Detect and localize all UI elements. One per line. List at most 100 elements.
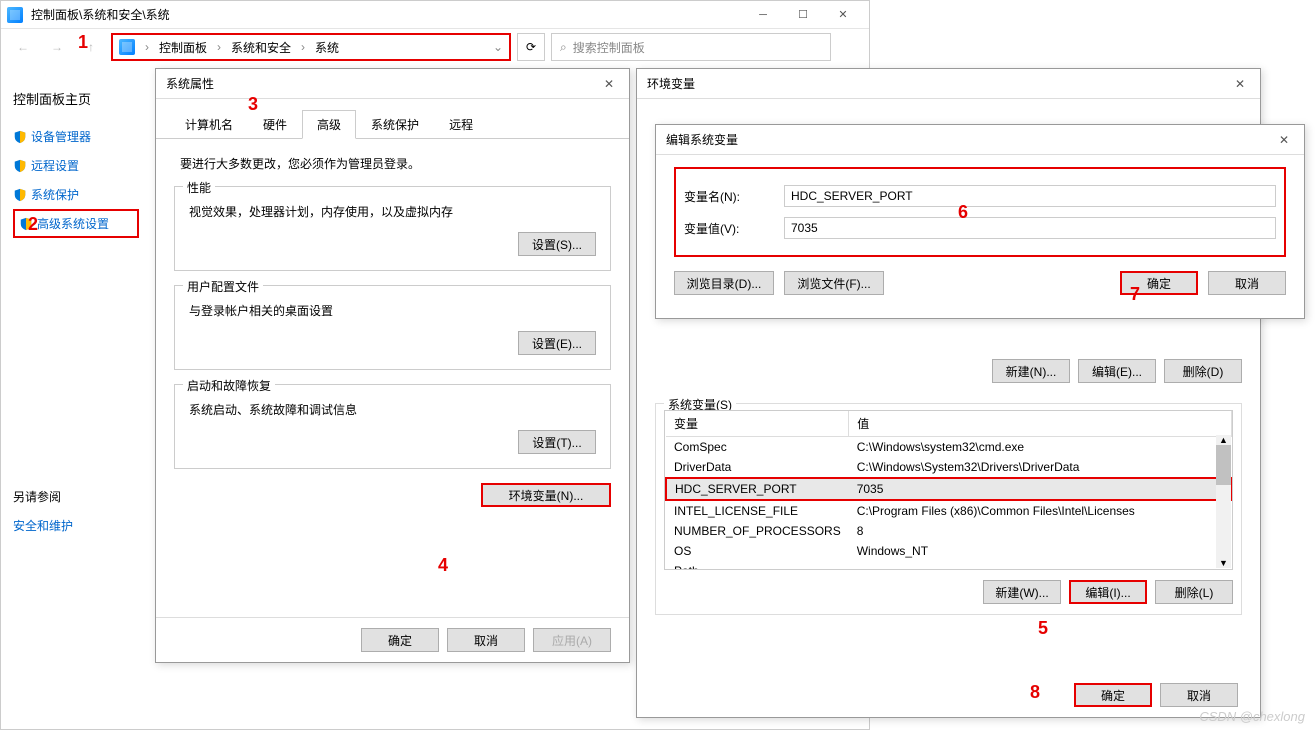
annotation-4: 4 bbox=[438, 555, 448, 576]
annotation-7: 7 bbox=[1130, 284, 1140, 305]
crumb-0[interactable]: 控制面板 bbox=[155, 37, 211, 58]
sidebar-device-manager[interactable]: 设备管理器 bbox=[13, 122, 139, 151]
sidebar-item-label: 高级系统设置 bbox=[37, 215, 109, 232]
search-box[interactable]: ⌕ 搜索控制面板 bbox=[551, 33, 831, 61]
tab-protection[interactable]: 系统保护 bbox=[356, 110, 434, 139]
system-properties-dialog: 系统属性 ✕ 计算机名 硬件 高级 系统保护 远程 要进行大多数更改，您必须作为… bbox=[155, 68, 630, 663]
sidebar: 控制面板主页 设备管理器 远程设置 系统保护 高级系统设置 另请参阅 安全和维护 bbox=[1, 65, 151, 729]
control-panel-icon bbox=[7, 7, 23, 23]
close-icon[interactable]: ✕ bbox=[1230, 74, 1250, 94]
scrollbar[interactable]: ▲ ▼ bbox=[1216, 435, 1231, 568]
sidebar-item-label: 系统保护 bbox=[31, 186, 79, 203]
annotation-2: 2 bbox=[28, 214, 38, 235]
sys-new-button[interactable]: 新建(W)... bbox=[983, 580, 1061, 604]
table-row[interactable]: ComSpecC:\Windows\system32\cmd.exe bbox=[666, 437, 1231, 458]
close-icon[interactable]: ✕ bbox=[599, 74, 619, 94]
var-name-input[interactable] bbox=[784, 185, 1276, 207]
scroll-up-icon[interactable]: ▲ bbox=[1219, 435, 1228, 445]
maximize-button[interactable]: ☐ bbox=[783, 1, 823, 29]
startup-settings-button[interactable]: 设置(T)... bbox=[518, 430, 596, 454]
sys-edit-button[interactable]: 编辑(I)... bbox=[1069, 580, 1147, 604]
shield-icon bbox=[13, 159, 27, 173]
user-edit-button[interactable]: 编辑(E)... bbox=[1078, 359, 1156, 383]
dropdown-icon[interactable]: ⌄ bbox=[493, 40, 503, 54]
breadcrumb-box[interactable]: › 控制面板 › 系统和安全 › 系统 ⌄ bbox=[111, 33, 511, 61]
forward-button[interactable]: → bbox=[43, 33, 71, 61]
sidebar-item-label: 设备管理器 bbox=[31, 128, 91, 145]
address-icon bbox=[119, 39, 135, 55]
close-icon[interactable]: ✕ bbox=[1274, 130, 1294, 150]
profile-settings-button[interactable]: 设置(E)... bbox=[518, 331, 596, 355]
back-button[interactable]: ← bbox=[9, 33, 37, 61]
envvar-cancel-button[interactable]: 取消 bbox=[1160, 683, 1238, 707]
sysprops-apply-button[interactable]: 应用(A) bbox=[533, 628, 611, 652]
chevron-right-icon: › bbox=[145, 40, 149, 54]
group-user-profile: 用户配置文件 与登录帐户相关的桌面设置 设置(E)... bbox=[174, 285, 611, 370]
user-new-button[interactable]: 新建(N)... bbox=[992, 359, 1070, 383]
editenv-cancel-button[interactable]: 取消 bbox=[1208, 271, 1286, 295]
profile-desc: 与登录帐户相关的桌面设置 bbox=[189, 302, 596, 319]
shield-icon bbox=[13, 130, 27, 144]
chevron-right-icon: › bbox=[301, 40, 305, 54]
chevron-right-icon: › bbox=[217, 40, 221, 54]
sysprops-ok-button[interactable]: 确定 bbox=[361, 628, 439, 652]
tab-advanced[interactable]: 高级 bbox=[302, 110, 356, 139]
editenv-title: 编辑系统变量 bbox=[666, 131, 1274, 148]
crumb-1[interactable]: 系统和安全 bbox=[227, 37, 295, 58]
perf-settings-button[interactable]: 设置(S)... bbox=[518, 232, 596, 256]
annotation-3: 3 bbox=[248, 94, 258, 115]
var-value-input[interactable] bbox=[784, 217, 1276, 239]
sidebar-remote[interactable]: 远程设置 bbox=[13, 151, 139, 180]
scroll-thumb[interactable] bbox=[1216, 445, 1231, 485]
var-value-row: 变量值(V): bbox=[684, 217, 1276, 239]
scroll-down-icon[interactable]: ▼ bbox=[1219, 558, 1228, 568]
shield-icon bbox=[13, 188, 27, 202]
table-header: 变量 值 bbox=[666, 411, 1231, 437]
crumb-2[interactable]: 系统 bbox=[311, 37, 343, 58]
close-button[interactable]: ✕ bbox=[823, 1, 863, 29]
tab-computer-name[interactable]: 计算机名 bbox=[170, 110, 248, 139]
table-row[interactable]: OSWindows_NT bbox=[666, 541, 1231, 561]
cp-window-title: 控制面板\系统和安全\系统 bbox=[27, 6, 743, 23]
refresh-button[interactable]: ⟳ bbox=[517, 33, 545, 61]
col-value[interactable]: 值 bbox=[849, 411, 1231, 437]
table-row[interactable]: Path bbox=[666, 561, 1231, 570]
annotation-6: 6 bbox=[958, 202, 968, 223]
minimize-button[interactable]: ─ bbox=[743, 1, 783, 29]
startup-title: 启动和故障恢复 bbox=[183, 377, 275, 394]
table-row-selected[interactable]: HDC_SERVER_PORT7035 bbox=[666, 478, 1231, 500]
col-var[interactable]: 变量 bbox=[666, 411, 849, 437]
sysvars-table: 变量 值 ComSpecC:\Windows\system32\cmd.exe … bbox=[665, 411, 1232, 570]
user-delete-button[interactable]: 删除(D) bbox=[1164, 359, 1242, 383]
sysprops-titlebar: 系统属性 ✕ bbox=[156, 69, 629, 99]
also-see-heading: 另请参阅 bbox=[13, 488, 139, 505]
envvar-titlebar: 环境变量 ✕ bbox=[637, 69, 1260, 99]
sysprops-title: 系统属性 bbox=[166, 75, 599, 92]
env-variables-button[interactable]: 环境变量(N)... bbox=[481, 483, 611, 507]
profile-title: 用户配置文件 bbox=[183, 278, 263, 295]
sidebar-security-maint[interactable]: 安全和维护 bbox=[13, 511, 139, 540]
tab-remote[interactable]: 远程 bbox=[434, 110, 488, 139]
table-row[interactable]: DriverDataC:\Windows\System32\Drivers\Dr… bbox=[666, 457, 1231, 478]
envvar-ok-button[interactable]: 确定 bbox=[1074, 683, 1152, 707]
table-row[interactable]: NUMBER_OF_PROCESSORS8 bbox=[666, 521, 1231, 541]
group-startup: 启动和故障恢复 系统启动、系统故障和调试信息 设置(T)... bbox=[174, 384, 611, 469]
perf-desc: 视觉效果，处理器计划，内存使用，以及虚拟内存 bbox=[189, 203, 596, 220]
var-name-row: 变量名(N): bbox=[684, 185, 1276, 207]
sidebar-item-label: 远程设置 bbox=[31, 157, 79, 174]
sys-delete-button[interactable]: 删除(L) bbox=[1155, 580, 1233, 604]
table-row[interactable]: INTEL_LICENSE_FILEC:\Program Files (x86)… bbox=[666, 500, 1231, 521]
browse-file-button[interactable]: 浏览文件(F)... bbox=[784, 271, 884, 295]
watermark: CSDN @chexlong bbox=[1199, 709, 1305, 724]
group-performance: 性能 视觉效果，处理器计划，内存使用，以及虚拟内存 设置(S)... bbox=[174, 186, 611, 271]
sidebar-protection[interactable]: 系统保护 bbox=[13, 180, 139, 209]
sysprops-cancel-button[interactable]: 取消 bbox=[447, 628, 525, 652]
address-bar: ← → ↑ › 控制面板 › 系统和安全 › 系统 ⌄ ⟳ ⌕ 搜索控制面板 bbox=[1, 29, 869, 65]
edit-env-dialog: 编辑系统变量 ✕ 变量名(N): 变量值(V): 浏览目录(D)... 浏览文件… bbox=[655, 124, 1305, 319]
browse-dir-button[interactable]: 浏览目录(D)... bbox=[674, 271, 774, 295]
startup-desc: 系统启动、系统故障和调试信息 bbox=[189, 401, 596, 418]
var-name-label: 变量名(N): bbox=[684, 188, 774, 205]
search-icon: ⌕ bbox=[560, 40, 567, 55]
edit-fields-box: 变量名(N): 变量值(V): bbox=[674, 167, 1286, 257]
sidebar-home[interactable]: 控制面板主页 bbox=[13, 83, 139, 114]
